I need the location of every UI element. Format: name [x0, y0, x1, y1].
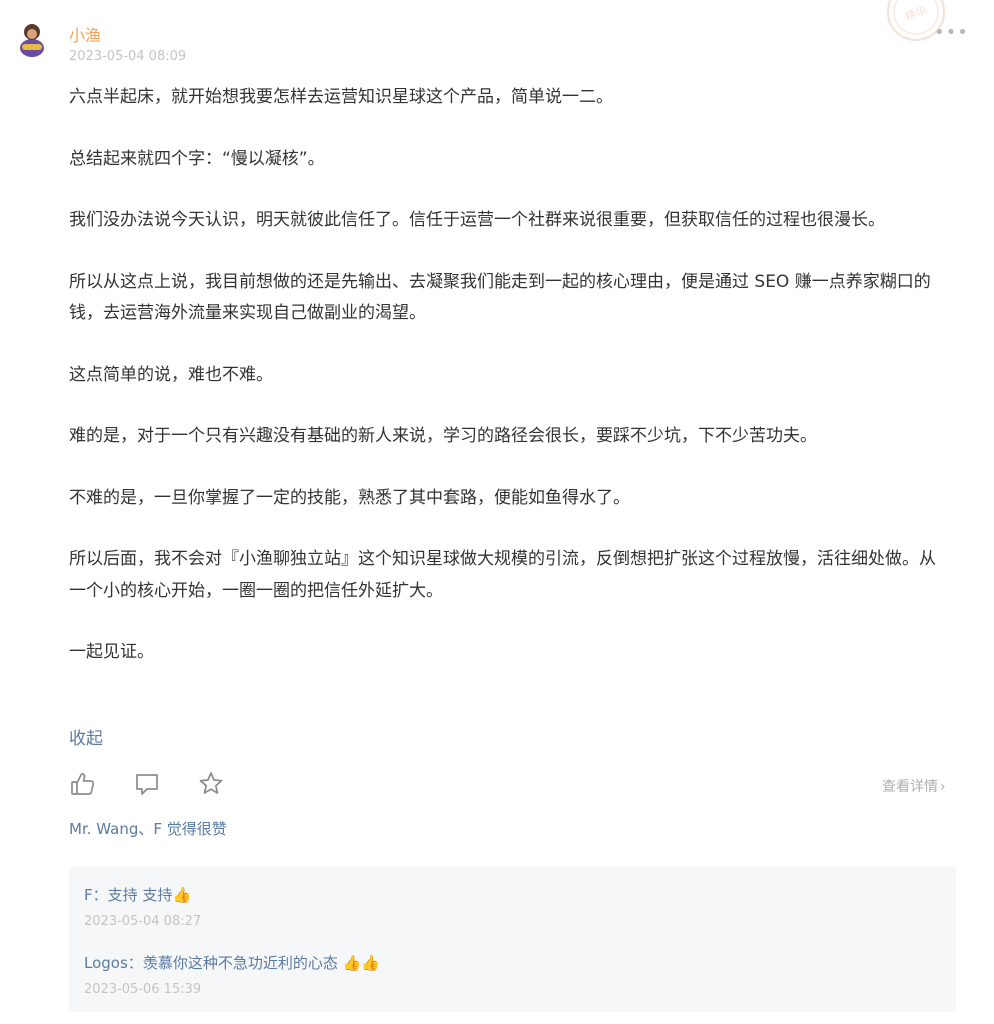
author-name[interactable]: 小渔	[69, 22, 101, 46]
comment-author[interactable]: Logos	[84, 954, 128, 972]
view-detail-label: 查看详情	[882, 779, 938, 795]
view-detail-link[interactable]: 查看详情 ›	[882, 776, 946, 796]
post-content: 六点半起床，就开始想我要怎样去运营知识星球这个产品，简单说一二。 总结起来就四个…	[69, 82, 949, 669]
like-icon[interactable]	[69, 770, 97, 798]
post-paragraph: 一起见证。	[69, 642, 154, 662]
post-paragraph: 总结起来就四个字：“慢以凝核”。	[69, 148, 325, 169]
post-paragraph: 难的是，对于一个只有兴趣没有基础的新人来说，学习的路径会很长，要踩不少坑，下不少…	[69, 426, 817, 446]
comment-item[interactable]: F：支持 支持👍 2023-05-04 08:27	[84, 884, 201, 929]
stamp-text: 精华	[903, 3, 928, 24]
comment-item[interactable]: Logos：羡慕你这种不急功近利的心态 👍👍 2023-05-06 15:39	[84, 952, 380, 997]
comment-body: 羡慕你这种不急功近利的心态	[142, 954, 343, 972]
post-date: 2023-05-04 08:09	[69, 49, 187, 64]
collapse-link[interactable]: 收起	[69, 724, 103, 749]
post-paragraph: 所以从这点上说，我目前想做的还是先输出、去凝聚我们能走到一起的核心理由，便是通过…	[69, 271, 931, 324]
comment-separator: ：	[92, 886, 108, 904]
comment-date: 2023-05-04 08:27	[84, 914, 202, 929]
post-paragraph: 这点简单的说，难也不难。	[69, 364, 273, 385]
avatar[interactable]	[12, 18, 52, 58]
comment-text: F：支持 支持👍	[84, 884, 201, 905]
comment-icon[interactable]	[133, 770, 161, 798]
comment-body: 支持 支持	[107, 886, 173, 904]
thumbs-up-emoji: 👍	[172, 886, 192, 904]
comment-date: 2023-05-06 15:39	[84, 982, 202, 997]
chevron-right-icon: ›	[940, 779, 946, 795]
comment-text: Logos：羡慕你这种不急功近利的心态 👍👍	[84, 952, 380, 973]
post-paragraph: 我们没办法说今天认识，明天就彼此信任了。信任于运营一个社群来说很重要，但获取信任…	[69, 210, 885, 230]
liked-by-text[interactable]: Mr. Wang、F 觉得很赞	[69, 818, 227, 839]
post-paragraph: 所以后面，我不会对『小渔聊独立站』这个知识星球做大规模的引流，反倒想把扩张这个过…	[69, 549, 936, 601]
star-icon[interactable]	[197, 770, 225, 798]
thumbs-up-emoji: 👍👍	[342, 954, 380, 972]
post-paragraph: 不难的是，一旦你掌握了一定的技能，熟悉了其中套路，便能如鱼得水了。	[69, 487, 630, 508]
comment-separator: ：	[127, 954, 143, 972]
comment-author[interactable]: F	[84, 886, 93, 904]
comment-section: F：支持 支持👍 2023-05-04 08:27 Logos：羡慕你这种不急功…	[69, 866, 956, 1012]
post-paragraph: 六点半起床，就开始想我要怎样去运营知识星球这个产品，简单说一二。	[69, 87, 613, 107]
more-options-icon[interactable]: •••	[934, 22, 969, 43]
